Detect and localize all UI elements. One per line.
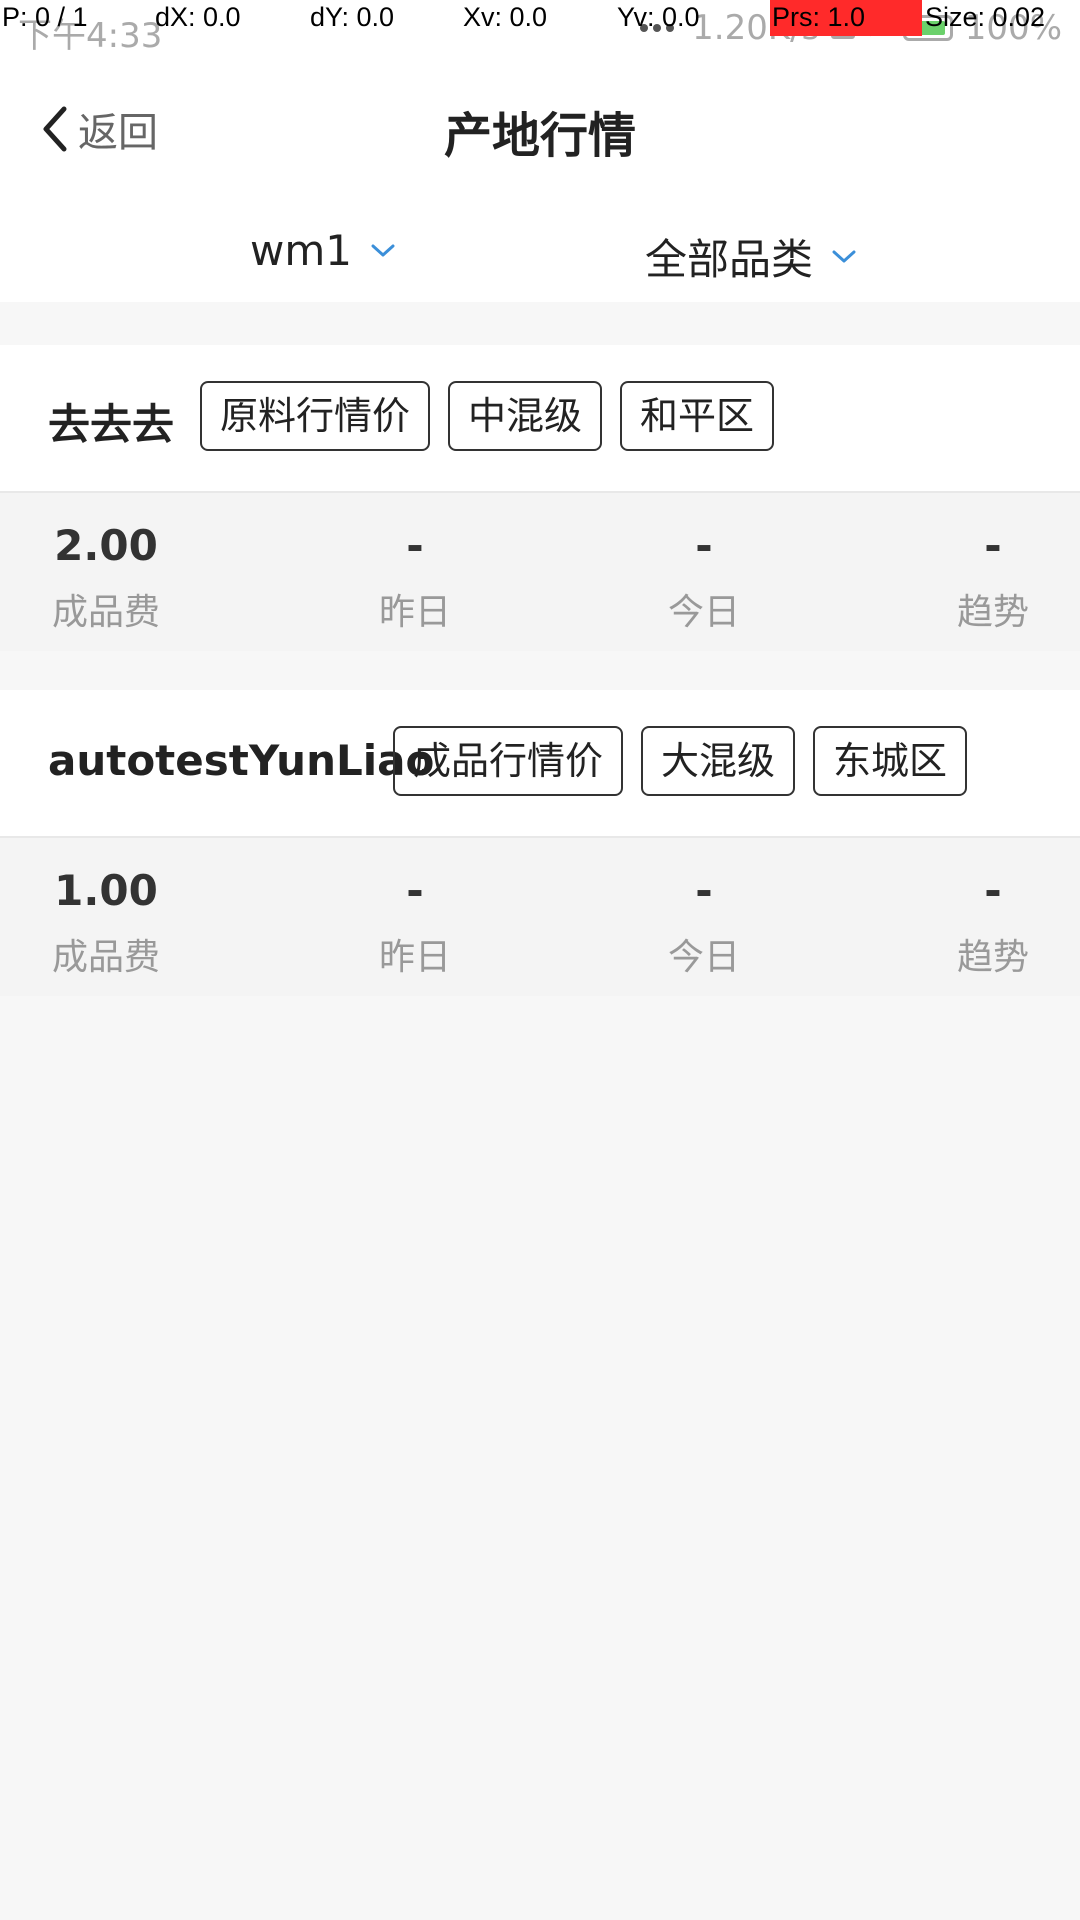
- nav-header: 返回 产地行情: [0, 52, 1080, 202]
- category-filter-label: 全部品类: [645, 235, 814, 284]
- overlay-dy: dY: 0.0: [310, 2, 395, 32]
- page-title: 产地行情: [443, 108, 636, 164]
- stat-finished-fee: 1.00 成品费: [6, 866, 206, 980]
- stat-value: -: [695, 866, 713, 915]
- stat-value: -: [984, 521, 1002, 570]
- pointer-location-overlay: P: 0 / 1 dX: 0.0 dY: 0.0 Xv: 0.0 Yv: 0.0…: [0, 0, 1080, 36]
- category-filter-dropdown[interactable]: 全部品类: [645, 226, 857, 287]
- stat-today: - 今日: [604, 866, 804, 980]
- stat-trend: - 趋势: [893, 866, 1080, 980]
- chevron-down-icon: [371, 244, 395, 256]
- price-type-tag: 原料行情价: [200, 381, 431, 451]
- warehouse-filter-dropdown[interactable]: wm1: [250, 226, 396, 275]
- price-type-tag: 成品行情价: [393, 726, 624, 796]
- stat-value: -: [695, 521, 713, 570]
- stat-yesterday: - 昨日: [315, 866, 515, 980]
- market-card-header[interactable]: autotestYunLiao 成品行情价 大混级 东城区: [0, 690, 1080, 836]
- warehouse-filter-label: wm1: [250, 226, 352, 275]
- market-item-name: autotestYunLiao: [48, 736, 435, 785]
- market-card-stats: 2.00 成品费 - 昨日 - 今日 - 趋势: [0, 491, 1080, 651]
- tag-list: 原料行情价 中混级 和平区: [200, 381, 775, 451]
- page: 下午4:33 1.20K/s ≋ 100% P: 0 / 1 dX: 0.0 d…: [0, 0, 1080, 1920]
- grade-tag: 大混级: [641, 726, 796, 796]
- market-item-name: 去去去: [48, 400, 175, 449]
- district-tag: 东城区: [813, 726, 968, 796]
- stat-value: 1.00: [54, 866, 158, 915]
- stat-label: 昨日: [378, 937, 451, 978]
- stat-value: -: [406, 866, 424, 915]
- overlay-xv: Xv: 0.0: [463, 2, 548, 32]
- stat-label: 成品费: [51, 937, 160, 978]
- filter-bar: wm1 全部品类: [0, 202, 1080, 302]
- stat-trend: - 趋势: [893, 521, 1080, 635]
- overlay-pointer-count: P: 0 / 1: [2, 2, 88, 32]
- stat-finished-fee: 2.00 成品费: [6, 521, 206, 635]
- overlay-dx: dX: 0.0: [155, 2, 241, 32]
- stat-label: 趋势: [956, 592, 1029, 633]
- market-card-stats: 1.00 成品费 - 昨日 - 今日 - 趋势: [0, 836, 1080, 996]
- overlay-pressure: Prs: 1.0: [772, 2, 866, 32]
- stat-value: -: [406, 521, 424, 570]
- stat-label: 今日: [667, 592, 740, 633]
- district-tag: 和平区: [620, 381, 775, 451]
- stat-label: 今日: [667, 937, 740, 978]
- stat-label: 成品费: [51, 592, 160, 633]
- overlay-size: Size: 0.02: [925, 2, 1046, 32]
- market-card-header[interactable]: 去去去 原料行情价 中混级 和平区: [0, 345, 1080, 491]
- grade-tag: 中混级: [448, 381, 603, 451]
- overlay-yv: Yv: 0.0: [617, 2, 700, 32]
- chevron-down-icon: [832, 250, 856, 262]
- stat-value: -: [984, 866, 1002, 915]
- stat-value: 2.00: [54, 521, 158, 570]
- stat-today: - 今日: [604, 521, 804, 635]
- stat-yesterday: - 昨日: [315, 521, 515, 635]
- tag-list: 成品行情价 大混级 东城区: [393, 726, 968, 796]
- stat-label: 昨日: [378, 592, 451, 633]
- stat-label: 趋势: [956, 937, 1029, 978]
